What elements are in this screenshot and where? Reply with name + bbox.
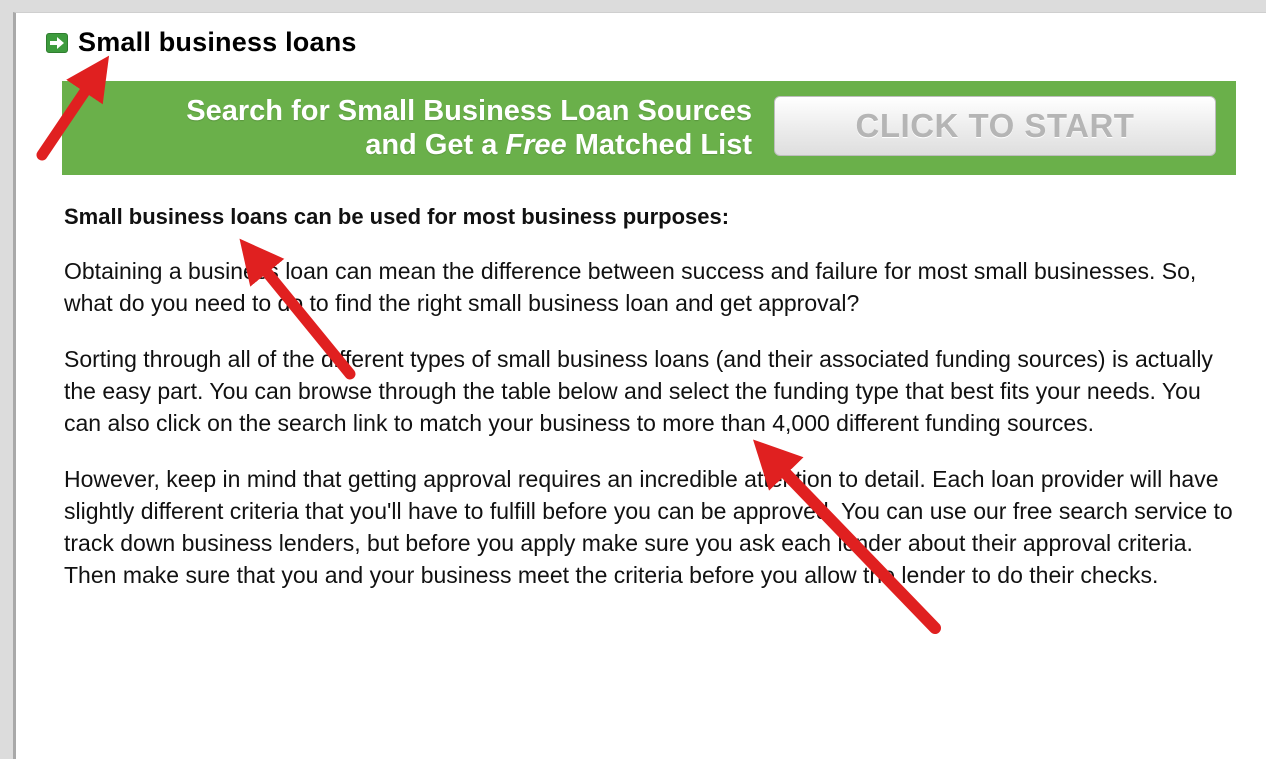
arrow-right-icon xyxy=(50,36,64,49)
banner-line-2-prefix: and Get a xyxy=(365,129,506,161)
banner-line-2-suffix: Matched List xyxy=(566,129,752,161)
loan-search-banner[interactable]: Search for Small Business Loan Sources a… xyxy=(62,81,1236,175)
banner-free-emphasis: Free xyxy=(505,129,567,161)
section-title: Small business loans xyxy=(78,27,357,57)
banner-headline: Search for Small Business Loan Sources a… xyxy=(62,94,752,162)
content-subheading: Small business loans can be used for mos… xyxy=(64,204,730,229)
screenshot-frame: Small business loans Search for Small Bu… xyxy=(0,0,1266,759)
click-to-start-button[interactable]: CLICK TO START xyxy=(774,96,1216,156)
banner-line-2: and Get a Free Matched List xyxy=(62,128,752,162)
paragraph-approval: However, keep in mind that getting appro… xyxy=(64,466,1233,588)
section-heading: Small business loans xyxy=(46,27,357,58)
paragraph-sorting: Sorting through all of the different typ… xyxy=(64,346,1213,436)
paragraph-intro: Obtaining a business loan can mean the d… xyxy=(64,258,1197,316)
click-to-start-label: CLICK TO START xyxy=(855,107,1135,144)
article-page: Small business loans Search for Small Bu… xyxy=(13,12,1266,759)
article-content: Small business loans can be used for mos… xyxy=(64,203,1239,615)
green-arrow-box-icon xyxy=(46,32,68,53)
banner-line-1: Search for Small Business Loan Sources xyxy=(186,95,752,127)
